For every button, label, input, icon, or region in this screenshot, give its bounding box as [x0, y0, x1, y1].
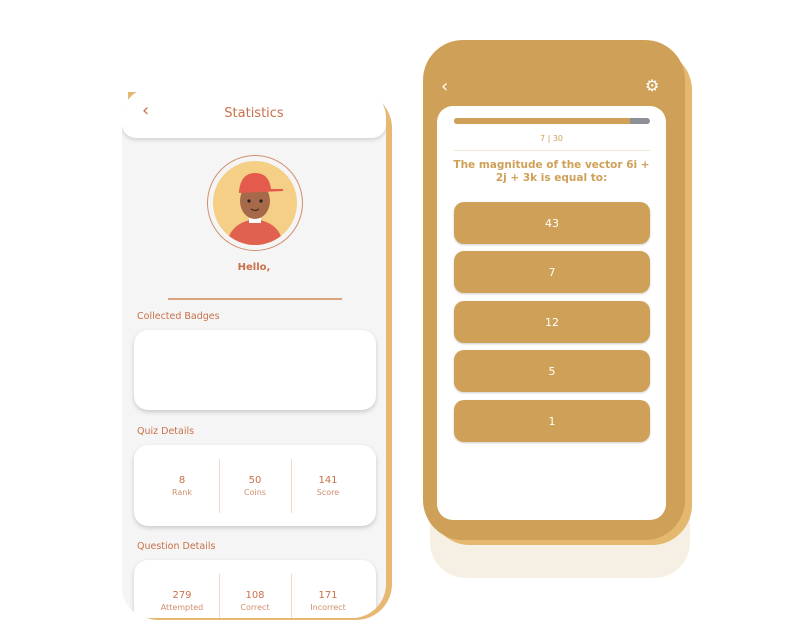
- statistics-screen: ‹ Statistics Hello, Collected Badges Qui…: [122, 88, 386, 618]
- avatar: [207, 155, 303, 251]
- stat-rank: 8 Rank: [172, 475, 192, 497]
- progress-count: 7 | 30: [539, 134, 564, 143]
- question-details-card: 279 Attempted 108 Correct 171 Incorrect: [134, 560, 376, 618]
- gear-icon[interactable]: ⚙: [645, 76, 659, 95]
- progress-bar: [454, 118, 650, 124]
- stat-incorrect: 171 Incorrect: [310, 590, 346, 612]
- question-text: The magnitude of the vector 6i + 2j + 3k…: [453, 159, 650, 184]
- stat-coins: 50 Coins: [244, 475, 266, 497]
- answer-option[interactable]: 43: [454, 202, 650, 244]
- page-title: Statistics: [224, 106, 284, 121]
- question-card: 7 | 30 The magnitude of the vector 6i + …: [437, 106, 666, 520]
- stat-correct: 108 Correct: [240, 590, 270, 612]
- quiz-screen: ‹ ⚙ 7 | 30 The magnitude of the vector 6…: [423, 40, 685, 540]
- chevron-left-icon[interactable]: ‹: [441, 76, 448, 97]
- answer-option[interactable]: 12: [454, 301, 650, 343]
- quiz-details-card: 8 Rank 50 Coins 141 Score: [134, 445, 376, 526]
- badges-card: [134, 330, 376, 410]
- section-title-questions: Question Details: [137, 541, 216, 552]
- answer-option[interactable]: 5: [454, 350, 650, 392]
- greeting: Hello,: [237, 262, 271, 273]
- section-title-quiz: Quiz Details: [137, 426, 195, 437]
- header: ‹ Statistics: [122, 88, 386, 138]
- divider: [454, 150, 650, 151]
- stat-score: 141 Score: [316, 475, 340, 497]
- section-title-badges: Collected Badges: [137, 311, 220, 322]
- divider: [168, 298, 342, 300]
- answer-option[interactable]: 1: [454, 400, 650, 442]
- answer-option[interactable]: 7: [454, 251, 650, 293]
- stat-attempted: 279 Attempted: [160, 590, 204, 612]
